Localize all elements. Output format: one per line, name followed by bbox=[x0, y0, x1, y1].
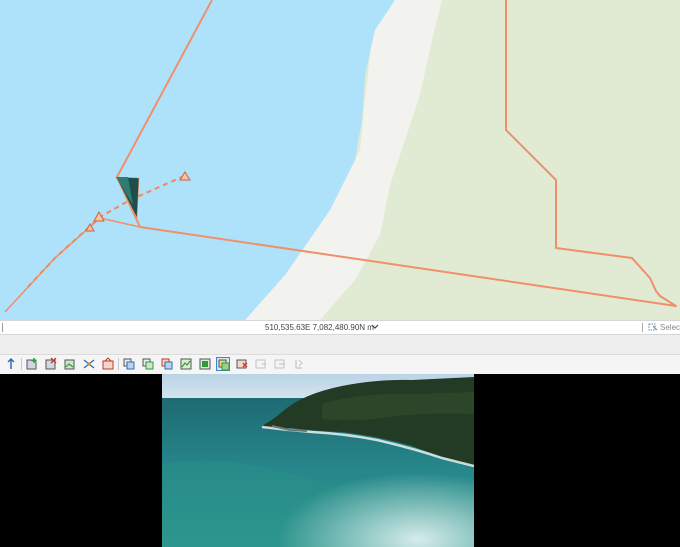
selection-icon[interactable] bbox=[648, 322, 658, 332]
disabled-tool-3-icon bbox=[292, 357, 306, 371]
image-viewer-toolbar bbox=[0, 355, 680, 374]
pane-splitter[interactable] bbox=[0, 335, 680, 355]
chevron-down-icon[interactable] bbox=[371, 322, 379, 332]
status-divider bbox=[642, 323, 643, 332]
split-icon[interactable] bbox=[82, 357, 96, 371]
image-add-icon[interactable] bbox=[179, 357, 193, 371]
delete-frame-icon[interactable] bbox=[44, 357, 58, 371]
toolbar-divider bbox=[118, 358, 119, 370]
map-status-bar: 510,535.63E 7,082,480.90N m Selec bbox=[0, 320, 680, 335]
aerial-photo[interactable] bbox=[162, 374, 474, 547]
layer-color-icon[interactable] bbox=[160, 357, 174, 371]
flag-image-icon[interactable] bbox=[235, 357, 249, 371]
sync-view-icon[interactable] bbox=[216, 357, 230, 371]
status-left-divider bbox=[2, 323, 3, 332]
selection-label[interactable]: Selec bbox=[660, 323, 680, 332]
toolbar-divider bbox=[21, 358, 22, 370]
add-photo-icon[interactable] bbox=[63, 357, 77, 371]
add-frame-icon[interactable] bbox=[25, 357, 39, 371]
image-remove-icon[interactable] bbox=[198, 357, 212, 371]
home-camera-icon[interactable] bbox=[101, 357, 115, 371]
upload-arrow-icon[interactable] bbox=[4, 357, 18, 371]
disabled-tool-1-icon bbox=[254, 357, 268, 371]
map-view[interactable] bbox=[0, 0, 680, 320]
disabled-tool-2-icon bbox=[273, 357, 287, 371]
coordinate-readout: 510,535.63E 7,082,480.90N m bbox=[265, 323, 374, 332]
layer-copy-icon[interactable] bbox=[122, 357, 136, 371]
image-viewer[interactable] bbox=[0, 374, 680, 547]
layer-merge-icon[interactable] bbox=[141, 357, 155, 371]
